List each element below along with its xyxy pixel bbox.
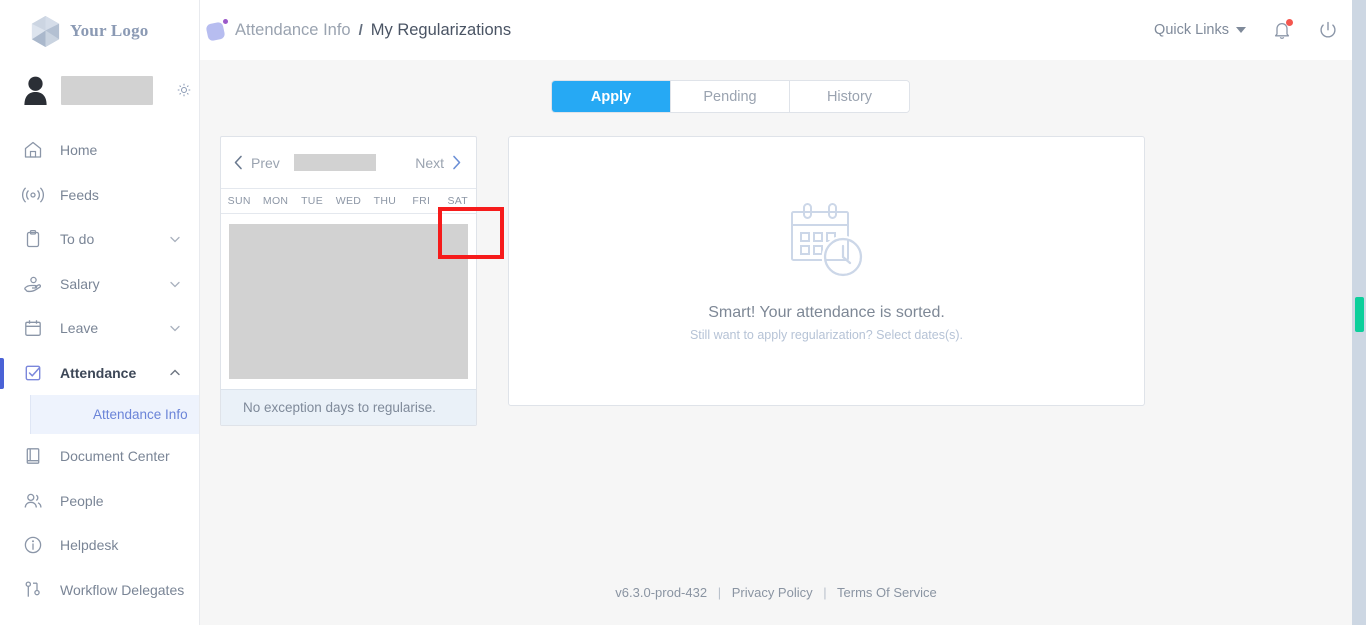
sidebar-item-salary[interactable]: Salary — [0, 262, 199, 307]
chevron-down-icon[interactable] — [169, 233, 181, 245]
sidebar-subitem-label: Attendance Info — [93, 407, 188, 422]
sidebar-item-workflow-delegates[interactable]: Workflow Delegates — [0, 568, 199, 613]
next-label: Next — [415, 154, 444, 171]
gear-icon[interactable] — [176, 82, 192, 98]
brand-logo[interactable]: Your Logo — [0, 0, 199, 62]
notification-badge-dot — [1286, 19, 1293, 26]
weekday-label: FRI — [412, 195, 431, 207]
sidebar-item-label: Helpdesk — [60, 537, 119, 554]
hand-coin-icon — [24, 276, 42, 292]
chevron-down-icon[interactable] — [169, 278, 181, 290]
sidebar-nav: Home Feeds To do Salary Leave Attendance… — [0, 128, 199, 612]
page-title: My Regularizations — [370, 20, 512, 39]
app-version: v6.3.0-prod-432 — [615, 585, 708, 600]
sidebar-item-label: Workflow Delegates — [60, 581, 185, 598]
main-content: Apply Pending History Prev Next SUN MON — [200, 60, 1352, 625]
weekday-label: TUE — [301, 195, 323, 207]
empty-state-title: Smart! Your attendance is sorted. — [708, 304, 945, 321]
sidebar-item-label: Document Center — [60, 448, 170, 465]
breadcrumb-parent[interactable]: Attendance Info — [235, 21, 351, 40]
sidebar-item-todo[interactable]: To do — [0, 217, 199, 262]
sidebar: Your Logo Home Feeds To do Salary Leave … — [0, 0, 200, 625]
workflow-nodes-icon — [25, 581, 40, 597]
sidebar-item-label: Attendance — [60, 364, 137, 381]
breadcrumb-dot-shape — [223, 19, 228, 24]
top-header: Attendance Info / My Regularizations Qui… — [200, 0, 1366, 60]
rss-broadcast-icon — [22, 187, 44, 203]
sidebar-item-attendance-info[interactable]: Attendance Info — [30, 395, 199, 434]
sidebar-item-home[interactable]: Home — [0, 128, 199, 173]
weekday-label: SAT — [447, 195, 469, 207]
prev-label: Prev — [251, 154, 280, 171]
profile-name-redacted — [61, 75, 153, 105]
sidebar-item-label: Leave — [60, 320, 99, 337]
weekday-label: THU — [373, 195, 397, 207]
home-icon — [24, 142, 42, 158]
people-icon — [24, 493, 42, 508]
sidebar-item-helpdesk[interactable]: Helpdesk — [0, 523, 199, 568]
weekday-label: MON — [262, 195, 289, 207]
calendar-clock-icon — [790, 203, 864, 279]
sidebar-item-label: People — [60, 492, 104, 509]
page-scrollbar-thumb[interactable] — [1355, 297, 1364, 332]
calendar-icon — [25, 320, 41, 337]
breadcrumb-square-shape — [205, 21, 226, 42]
checkbox-check-icon — [25, 365, 41, 381]
weekday-header-row: SUN MON TUE WED THU FRI SAT — [221, 189, 476, 214]
page-footer: v6.3.0-prod-432 | Privacy Policy | Terms… — [200, 585, 1352, 600]
footer-separator: | — [823, 585, 827, 600]
sidebar-item-label: Feeds — [60, 186, 99, 203]
breadcrumb: Attendance Info / My Regularizations — [235, 21, 511, 40]
sidebar-item-leave[interactable]: Leave — [0, 306, 199, 351]
regularization-tabs: Apply Pending History — [551, 80, 910, 113]
notifications-button[interactable] — [1272, 19, 1293, 41]
sidebar-item-label: To do — [60, 231, 95, 248]
calendar-footer-text: No exception days to regularise. — [243, 400, 436, 415]
profile-summary[interactable] — [0, 62, 199, 118]
regularization-empty-state-card: Smart! Your attendance is sorted. Still … — [508, 136, 1145, 406]
prev-month-button[interactable]: Prev — [221, 155, 280, 171]
sidebar-item-document-center[interactable]: Document Center — [0, 434, 199, 479]
chevron-right-icon — [453, 155, 461, 170]
calendar-days-grid-redacted[interactable] — [229, 224, 468, 379]
privacy-policy-link[interactable]: Privacy Policy — [732, 585, 813, 600]
chevron-down-icon — [1236, 27, 1246, 33]
calendar-footer-note: No exception days to regularise. — [221, 389, 476, 425]
quick-links-dropdown[interactable]: Quick Links — [1154, 22, 1246, 38]
gem-hexagon-icon — [31, 15, 60, 47]
clipboard-icon — [26, 230, 40, 248]
power-icon[interactable] — [1318, 20, 1338, 40]
book-icon — [26, 448, 40, 465]
header-actions: Quick Links — [1154, 19, 1366, 41]
next-month-button[interactable]: Next — [415, 155, 476, 171]
quick-links-label: Quick Links — [1154, 22, 1229, 38]
brand-name: Your Logo — [70, 21, 149, 40]
weekday-label: SUN — [227, 195, 251, 207]
sidebar-item-people[interactable]: People — [0, 479, 199, 524]
empty-state-subtitle: Still want to apply regularization? Sele… — [689, 328, 964, 342]
tab-pending[interactable]: Pending — [671, 81, 790, 112]
weekday-label: WED — [335, 195, 362, 207]
calendar-header: Prev Next — [221, 137, 476, 189]
person-avatar-icon — [24, 76, 47, 105]
chevron-left-icon — [234, 155, 242, 170]
terms-of-service-link[interactable]: Terms Of Service — [837, 585, 937, 600]
calendar-panel: Prev Next SUN MON TUE WED THU FRI SAT No… — [220, 136, 504, 426]
chevron-up-icon[interactable] — [169, 367, 181, 379]
sidebar-item-label: Salary — [60, 275, 100, 292]
current-month-redacted — [293, 154, 376, 171]
chevron-down-icon[interactable] — [169, 322, 181, 334]
footer-separator: | — [717, 585, 722, 600]
sidebar-item-label: Home — [60, 142, 98, 159]
sidebar-item-feeds[interactable]: Feeds — [0, 173, 199, 218]
tab-history[interactable]: History — [790, 81, 909, 112]
breadcrumb-module-icon — [205, 17, 231, 43]
tab-apply[interactable]: Apply — [552, 81, 671, 112]
info-circle-icon — [24, 537, 42, 554]
breadcrumb-separator: / — [358, 21, 363, 39]
sidebar-item-attendance[interactable]: Attendance — [0, 351, 199, 396]
